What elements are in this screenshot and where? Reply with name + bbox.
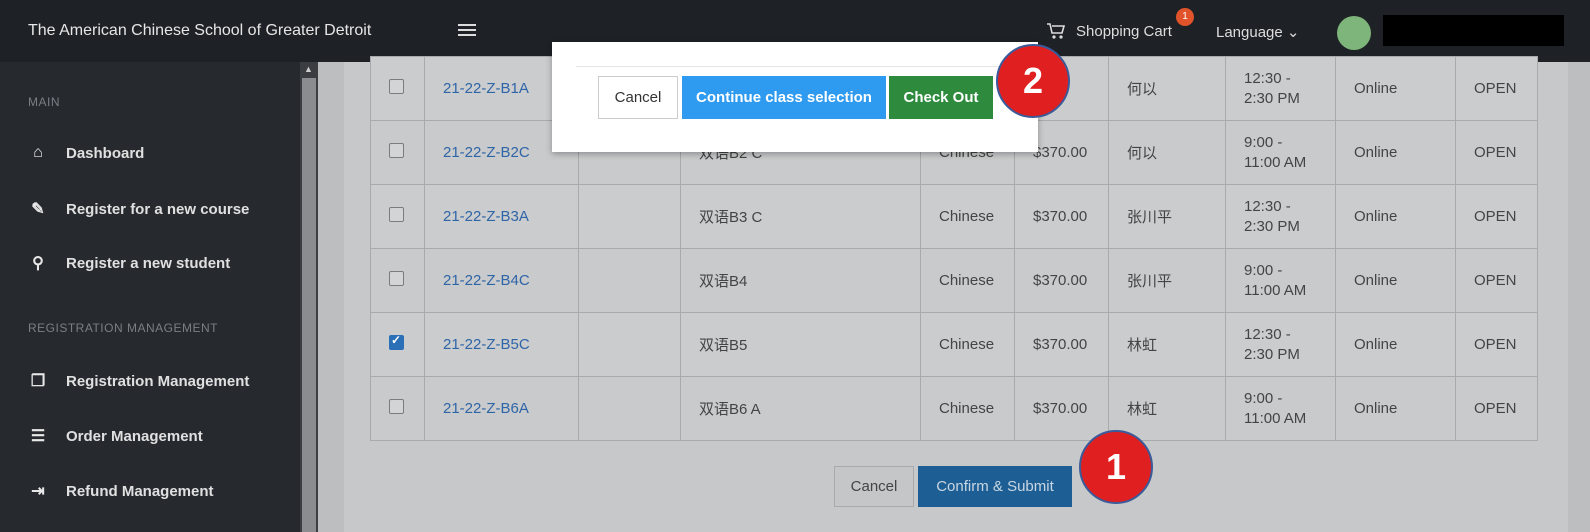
sidebar-item-label: Register for a new course <box>66 200 250 218</box>
shopping-cart-link[interactable]: Shopping Cart <box>1046 22 1172 40</box>
sidebar-item-dashboard[interactable]: ⌂ Dashboard <box>28 144 144 162</box>
cell-status: OPEN <box>1455 248 1538 313</box>
table-row: 21-22-Z-B6A 双语B6 A Chinese $370.00 林虹 9:00 - … <box>370 376 1538 441</box>
cell-price: $370.00 <box>1014 248 1109 313</box>
row-checkbox[interactable] <box>389 271 404 286</box>
cell-teacher: 张川平 <box>1108 184 1226 249</box>
row-checkbox[interactable] <box>389 143 404 158</box>
cell-name: 双语B6 A <box>680 376 921 441</box>
cart-label: Shopping Cart <box>1076 22 1172 40</box>
cell-blank <box>578 376 681 441</box>
cell-mode: Online <box>1335 184 1456 249</box>
cell-mode: Online <box>1335 312 1456 377</box>
table-row: 21-22-Z-B3A 双语B3 C Chinese $370.00 张川平 12:30 … <box>370 184 1538 249</box>
cell-mode: Online <box>1335 376 1456 441</box>
cell-mode: Online <box>1335 248 1456 313</box>
language-dropdown[interactable]: Language ⌄ <box>1216 23 1299 41</box>
table-row: 21-22-Z-B4C 双语B4 Chinese $370.00 张川平 9:00 - 1… <box>370 248 1538 313</box>
sidebar-item-label: Refund Management <box>66 482 214 500</box>
row-checkbox-cell <box>370 376 425 441</box>
cell-blank <box>578 184 681 249</box>
cell-code[interactable]: 21-22-Z-B4C <box>424 248 579 313</box>
edit-icon: ✎ <box>31 201 45 218</box>
cell-blank <box>578 312 681 377</box>
sidebar-item-label: Registration Management <box>66 372 250 390</box>
cell-time: 9:00 - 11:00 AM <box>1225 376 1336 441</box>
cell-price: $370.00 <box>1014 312 1109 377</box>
modal-divider <box>576 66 1016 67</box>
sidebar-item-label: Dashboard <box>66 144 145 162</box>
row-checkbox-cell <box>370 312 425 377</box>
row-checkbox[interactable] <box>389 333 404 350</box>
brand-title[interactable]: The American Chinese School of Greater D… <box>28 22 371 40</box>
cell-status: OPEN <box>1455 184 1538 249</box>
cell-name: 双语B5 <box>680 312 921 377</box>
cell-name: 双语B4 <box>680 248 921 313</box>
cell-teacher: 林虹 <box>1108 312 1226 377</box>
cell-name: 双语B3 C <box>680 184 921 249</box>
user-add-icon: ⚲ <box>32 255 44 272</box>
avatar[interactable] <box>1337 16 1371 50</box>
cart-icon <box>1047 23 1066 39</box>
sidebar-section-registration: REGISTRATION MANAGEMENT <box>28 321 218 335</box>
sidebar-item-order-management[interactable]: ☰ Order Management <box>28 426 203 446</box>
cell-lang: Chinese <box>920 248 1015 313</box>
row-checkbox[interactable] <box>389 399 404 414</box>
confirm-submit-button[interactable]: Confirm & Submit <box>918 466 1072 507</box>
cell-time: 12:30 - 2:30 PM <box>1225 184 1336 249</box>
row-checkbox[interactable] <box>389 79 404 94</box>
continue-selection-button[interactable]: Continue class selection <box>682 76 886 119</box>
copy-icon: ❐ <box>30 373 46 390</box>
row-checkbox-cell <box>370 56 425 121</box>
sidebar-item-register-student[interactable]: ⚲ Register a new student <box>28 253 230 273</box>
scroll-up-icon[interactable]: ▲ <box>304 64 313 74</box>
cell-time: 12:30 - 2:30 PM <box>1225 56 1336 121</box>
scrollbar-thumb[interactable] <box>302 78 316 532</box>
sidebar-item-label: Order Management <box>66 427 203 445</box>
home-icon: ⌂ <box>33 144 43 161</box>
cell-mode: Online <box>1335 56 1456 121</box>
cell-lang: Chinese <box>920 376 1015 441</box>
sidebar-item-refund-management[interactable]: ⇥ Refund Management <box>28 481 214 501</box>
checkout-button[interactable]: Check Out <box>889 76 993 119</box>
cell-mode: Online <box>1335 120 1456 185</box>
row-checkbox-cell <box>370 248 425 313</box>
user-name-redacted[interactable] <box>1383 15 1564 46</box>
step-2-marker: 2 <box>996 44 1070 118</box>
cell-code[interactable]: 21-22-Z-B6A <box>424 376 579 441</box>
cell-time: 12:30 - 2:30 PM <box>1225 312 1336 377</box>
cell-price: $370.00 <box>1014 184 1109 249</box>
modal-cancel-button[interactable]: Cancel <box>598 76 678 119</box>
row-checkbox-cell <box>370 120 425 185</box>
cell-status: OPEN <box>1455 376 1538 441</box>
cell-blank <box>578 248 681 313</box>
sidebar-item-register-course[interactable]: ✎ Register for a new course <box>28 199 249 219</box>
sidebar-section-main: MAIN <box>28 95 60 109</box>
sidebar <box>0 62 300 532</box>
cell-teacher: 张川平 <box>1108 248 1226 313</box>
cart-count-badge: 1 <box>1176 8 1194 26</box>
cell-code[interactable]: 21-22-Z-B3A <box>424 184 579 249</box>
cell-price: $370.00 <box>1014 376 1109 441</box>
list-icon: ☰ <box>30 428 46 445</box>
row-checkbox-cell <box>370 184 425 249</box>
cell-lang: Chinese <box>920 184 1015 249</box>
sidebar-item-registration-management[interactable]: ❐ Registration Management <box>28 371 250 391</box>
row-checkbox[interactable] <box>389 207 404 222</box>
table-row: 21-22-Z-B5C 双语B5Chinese$370.00林虹12:30 - 2… <box>370 312 1538 377</box>
cell-status: OPEN <box>1455 56 1538 121</box>
cell-status: OPEN <box>1455 120 1538 185</box>
step-1-marker: 1 <box>1079 430 1153 504</box>
sidebar-item-label: Register a new student <box>66 254 231 272</box>
cell-lang: Chinese <box>920 312 1015 377</box>
cell-teacher: 何以 <box>1108 56 1226 121</box>
cancel-button[interactable]: Cancel <box>834 466 914 507</box>
cell-time: 9:00 - 11:00 AM <box>1225 248 1336 313</box>
cell-time: 9:00 - 11:00 AM <box>1225 120 1336 185</box>
cell-code[interactable]: 21-22-Z-B5C <box>424 312 579 377</box>
refund-icon: ⇥ <box>31 483 45 500</box>
cell-status: OPEN <box>1455 312 1538 377</box>
cell-teacher: 何以 <box>1108 120 1226 185</box>
hamburger-menu-icon[interactable] <box>458 24 476 38</box>
